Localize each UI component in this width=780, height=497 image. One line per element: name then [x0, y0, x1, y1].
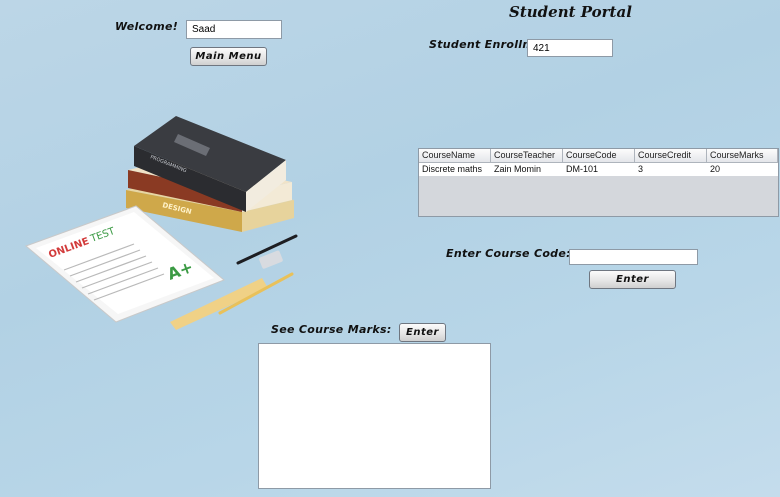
- column-header[interactable]: CourseName: [419, 149, 491, 163]
- table-cell: Discrete maths: [422, 164, 483, 174]
- student-name-field[interactable]: Saad: [186, 20, 282, 39]
- enrollment-field[interactable]: 421: [527, 39, 613, 57]
- course-code-enter-button[interactable]: Enter: [589, 270, 676, 289]
- table-header: CourseName CourseTeacher CourseCode Cour…: [419, 149, 778, 163]
- table-cell: DM-101: [566, 164, 599, 174]
- online-test-illustration: DESIGN PROGRAMMING ONLINE TEST A+: [25, 116, 298, 330]
- course-table[interactable]: CourseName CourseTeacher CourseCode Cour…: [418, 148, 779, 217]
- column-header[interactable]: CourseCode: [563, 149, 635, 163]
- table-cell: 3: [638, 164, 644, 174]
- column-header[interactable]: CourseCredit: [635, 149, 707, 163]
- book-stack: DESIGN PROGRAMMING: [126, 116, 294, 232]
- tablet: ONLINE TEST A+: [25, 205, 225, 323]
- main-menu-button[interactable]: Main Menu: [190, 47, 267, 66]
- column-header[interactable]: CourseMarks: [707, 149, 778, 163]
- welcome-label: Welcome!: [115, 20, 179, 33]
- table-row[interactable]: Discrete maths Zain Momin DM-101 3 20: [419, 163, 778, 176]
- course-code-label: Enter Course Code:: [446, 247, 571, 260]
- table-cell: 20: [710, 164, 721, 174]
- course-marks-enter-button[interactable]: Enter: [399, 323, 446, 342]
- course-code-input[interactable]: [569, 249, 698, 265]
- page-title: Student Portal: [509, 3, 632, 21]
- table-cell: Zain Momin: [494, 164, 542, 174]
- column-header[interactable]: CourseTeacher: [491, 149, 563, 163]
- course-marks-output[interactable]: [258, 343, 491, 489]
